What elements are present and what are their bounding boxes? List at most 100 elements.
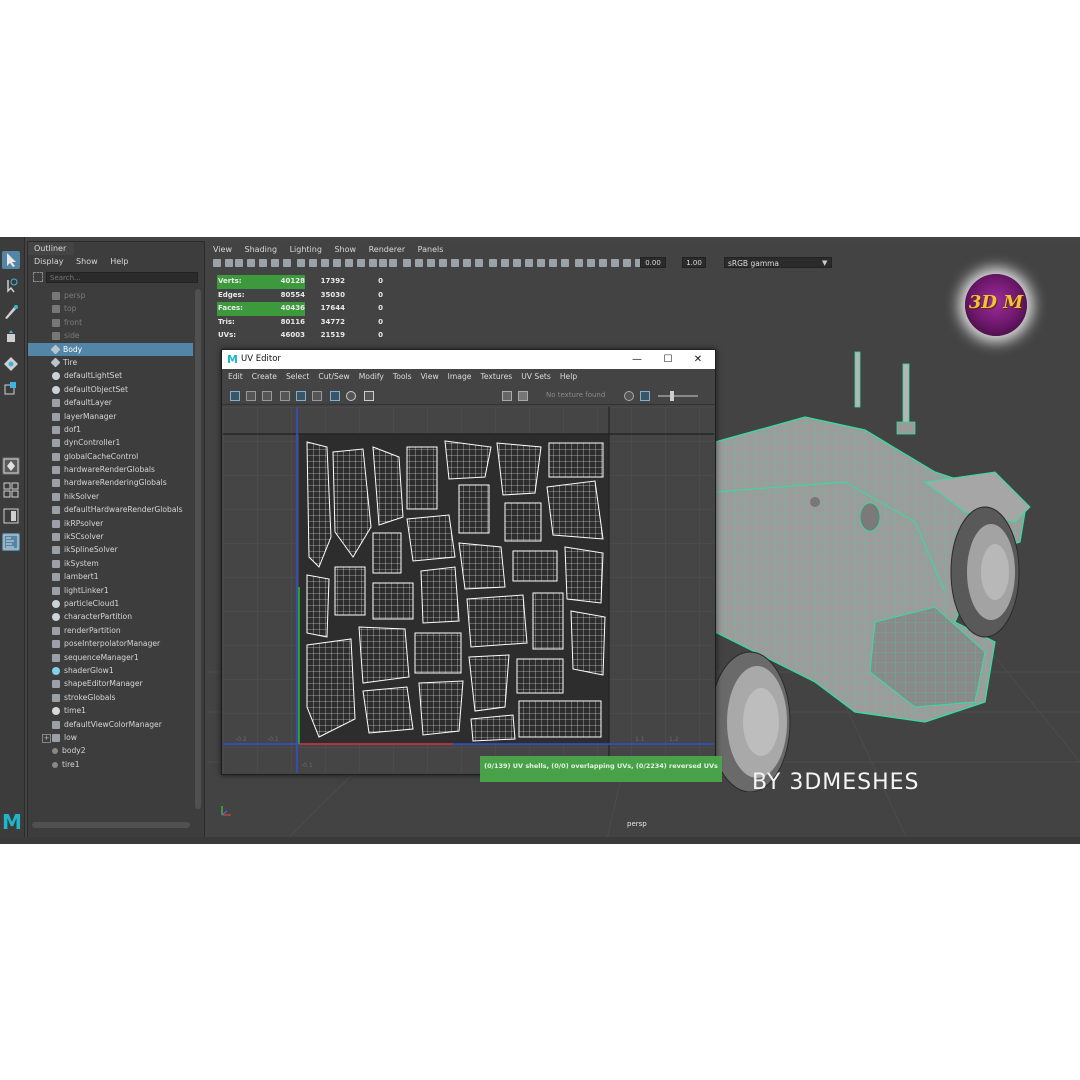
viewport-tool-icon[interactable] [439,259,447,267]
uv-menu-item[interactable]: View [421,372,439,381]
outliner-item[interactable]: layerManager [28,410,193,423]
single-view-icon[interactable] [2,457,20,475]
viewport-tool-icon[interactable] [513,259,521,267]
outliner-item[interactable]: poseInterpolatorManager [28,637,193,650]
viewport-tool-icon[interactable] [403,259,411,267]
outliner-vertical-scrollbar[interactable] [195,289,201,809]
outliner-item[interactable]: defaultHardwareRenderGlobals [28,503,193,516]
viewport-tool-icon[interactable] [415,259,423,267]
outliner-item[interactable]: renderPartition [28,624,193,637]
viewport-tool-icon[interactable] [333,259,341,267]
outliner-item[interactable]: side [28,329,193,342]
uv-menu-item[interactable]: Select [286,372,309,381]
menu-show[interactable]: Show [334,245,356,254]
uv-tool-icon[interactable] [230,391,240,401]
menu-renderer[interactable]: Renderer [369,245,406,254]
outliner-item[interactable]: dof1 [28,423,193,436]
image-display-icon[interactable] [502,391,512,401]
outliner-item[interactable]: defaultLightSet [28,369,193,382]
uv-menu-item[interactable]: UV Sets [521,372,551,381]
viewport-tool-icon[interactable] [501,259,509,267]
two-view-icon[interactable] [2,507,20,525]
gamma-field[interactable]: 1.00 [682,257,706,268]
rgb-channel-icon[interactable] [624,391,634,401]
outliner-item[interactable]: ikSCsolver [28,530,193,543]
uv-tool-icon[interactable] [246,391,256,401]
viewport-tool-icon[interactable] [549,259,557,267]
viewport-tool-icon[interactable] [561,259,569,267]
scale-tool-icon[interactable] [2,379,20,397]
outliner-item[interactable]: hardwareRenderingGlobals [28,476,193,489]
outliner-item[interactable]: tire1 [28,758,193,771]
paint-tool-icon[interactable] [2,303,20,321]
viewport-tool-icon[interactable] [623,259,631,267]
uv-menu-item[interactable]: Cut/Sew [318,372,349,381]
color-space-dropdown[interactable]: sRGB gamma [724,257,832,268]
outliner-item[interactable]: body2 [28,744,193,757]
uv-editor-titlebar[interactable]: M UV Editor — ☐ ✕ [222,350,715,369]
uv-canvas[interactable]: -0.2 -0.1 1.1 1.2 -0.1 [223,407,714,773]
viewport-tool-icon[interactable] [213,259,221,267]
minimize-icon[interactable]: — [630,350,644,369]
outliner-horizontal-scrollbar[interactable] [32,822,190,828]
viewport-tool-icon[interactable] [345,259,353,267]
viewport-tool-icon[interactable] [525,259,533,267]
maximize-icon[interactable]: ☐ [661,350,675,369]
outliner-item[interactable]: hikSolver [28,490,193,503]
outliner-search-input[interactable]: Search... [46,272,198,283]
viewport-tool-icon[interactable] [379,259,387,267]
outliner-item[interactable]: shaderGlow1 [28,664,193,677]
close-icon[interactable]: ✕ [691,350,705,369]
outliner-item[interactable]: Tire [28,356,193,369]
viewport-tool-icon[interactable] [599,259,607,267]
menu-show[interactable]: Show [76,257,98,266]
chevron-down-icon[interactable]: ▼ [822,259,827,267]
viewport-tool-icon[interactable] [369,259,377,267]
viewport-tool-icon[interactable] [463,259,471,267]
outliner-item[interactable]: strokeGlobals [28,691,193,704]
grid-toggle-icon[interactable] [330,391,340,401]
viewport-tool-icon[interactable] [259,259,267,267]
viewport-tool-icon[interactable] [587,259,595,267]
outliner-item[interactable]: defaultObjectSet [28,383,193,396]
viewport-tool-icon[interactable] [611,259,619,267]
viewport-tool-icon[interactable] [475,259,483,267]
outliner-item[interactable]: defaultViewColorManager [28,718,193,731]
alpha-channel-icon[interactable] [640,391,650,401]
outliner-item[interactable]: defaultLayer [28,396,193,409]
outliner-item[interactable]: ikSystem [28,557,193,570]
outliner-item[interactable]: hardwareRenderGlobals [28,463,193,476]
viewport-tool-icon[interactable] [451,259,459,267]
viewport-tool-icon[interactable] [309,259,317,267]
outliner-item[interactable]: top [28,302,193,315]
outliner-item[interactable]: lambert1 [28,570,193,583]
menu-panels[interactable]: Panels [418,245,444,254]
outliner-item[interactable]: ikSplineSolver [28,543,193,556]
filter-icon[interactable] [33,272,43,282]
viewport-tool-icon[interactable] [297,259,305,267]
uv-menu-item[interactable]: Tools [393,372,412,381]
outliner-item[interactable]: persp [28,289,193,302]
outliner-item[interactable]: characterPartition [28,610,193,623]
viewport-tool-icon[interactable] [271,259,279,267]
menu-view[interactable]: View [213,245,232,254]
outliner-item[interactable]: Body [28,342,193,356]
rotate-tool-icon[interactable] [2,355,20,373]
outliner-item[interactable]: ikRPsolver [28,517,193,530]
menu-lighting[interactable]: Lighting [290,245,322,254]
outliner-item[interactable]: shapeEditorManager [28,677,193,690]
viewport-tool-icon[interactable] [225,259,233,267]
four-view-icon[interactable] [2,481,20,499]
viewport-tool-icon[interactable] [283,259,291,267]
uv-menu-item[interactable]: Edit [228,372,243,381]
select-tool-icon[interactable] [2,251,20,269]
viewport-tool-icon[interactable] [357,259,365,267]
viewport-tool-icon[interactable] [427,259,435,267]
brightness-slider[interactable] [658,395,698,397]
viewport-tool-icon[interactable] [321,259,329,267]
slider-handle[interactable] [670,391,674,401]
uv-tool-icon[interactable] [262,391,272,401]
viewport-tool-icon[interactable] [235,259,243,267]
outliner-item[interactable]: sequenceManager1 [28,651,193,664]
uv-menu-item[interactable]: Image [448,372,472,381]
